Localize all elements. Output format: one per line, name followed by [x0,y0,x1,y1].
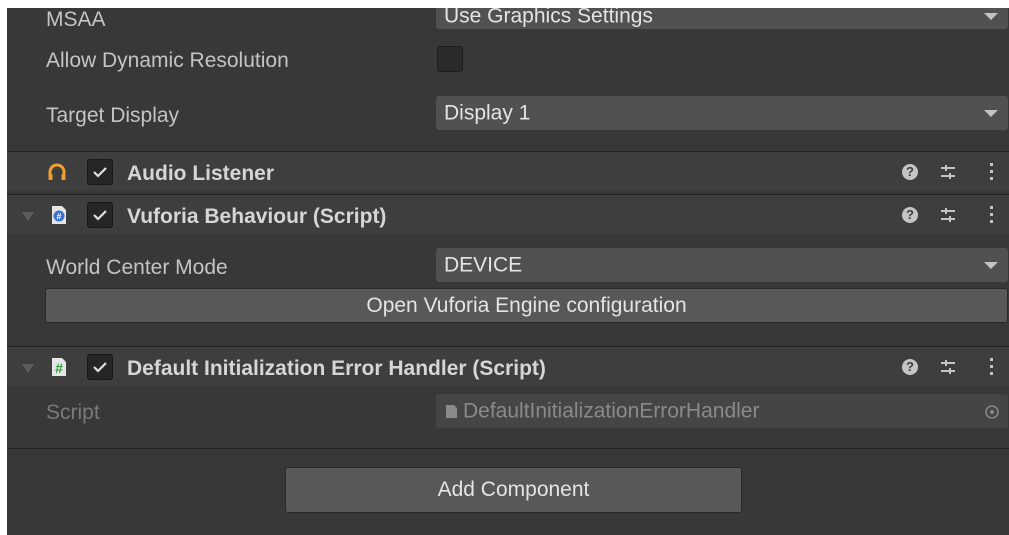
open-vuforia-config-button[interactable]: Open Vuforia Engine configuration [45,288,1008,323]
help-icon[interactable]: ? [902,164,918,180]
collapse-arrow-icon[interactable] [22,364,34,373]
more-options-icon[interactable] [990,163,994,184]
world-center-mode-label: World Center Mode [46,256,228,279]
target-display-label: Target Display [46,104,180,127]
add-component-button[interactable]: Add Component [285,467,742,513]
help-icon[interactable]: ? [902,207,918,223]
script-object-field: DefaultInitializationErrorHandler [436,394,1008,428]
enabled-checkbox[interactable] [87,354,113,380]
component-title: Default Initialization Error Handler (Sc… [127,357,546,380]
dynamic-resolution-checkbox[interactable] [437,46,463,72]
svg-text:#: # [56,212,61,222]
msaa-label: MSAA [46,8,106,31]
enabled-checkbox[interactable] [87,159,113,185]
msaa-value: Use Graphics Settings [444,8,653,27]
script-value: DefaultInitializationErrorHandler [463,399,760,423]
headphones-icon [48,163,66,180]
collapse-arrow-icon[interactable] [22,212,34,221]
world-center-mode-dropdown[interactable]: DEVICE [436,248,1008,282]
inspector-panel: MSAA Use Graphics Settings Allow Dynamic… [7,8,1009,535]
script-label: Script [46,401,100,424]
presets-icon[interactable] [939,206,957,224]
divider [7,448,1009,449]
hash-script-icon: # [52,358,66,376]
chevron-down-icon [984,110,998,117]
enabled-checkbox[interactable] [87,202,113,228]
component-header-error-handler[interactable]: # Default Initialization Error Handler (… [7,346,1009,386]
msaa-dropdown[interactable]: Use Graphics Settings [436,8,1008,29]
check-icon [93,167,107,178]
target-display-value: Display 1 [444,101,531,125]
csharp-script-icon: # [52,206,66,224]
more-options-icon[interactable] [990,358,994,379]
dynamic-resolution-label: Allow Dynamic Resolution [46,49,289,72]
help-icon[interactable]: ? [902,359,918,375]
chevron-down-icon [984,12,998,20]
component-header-vuforia-behaviour[interactable]: # Vuforia Behaviour (Script) ? [7,194,1009,234]
presets-icon[interactable] [939,358,957,376]
component-title: Audio Listener [127,162,275,185]
check-icon [93,210,107,221]
object-picker-icon[interactable] [984,404,1000,420]
presets-icon[interactable] [939,163,957,181]
check-icon [93,362,107,373]
chevron-down-icon [984,262,998,269]
script-file-icon [446,405,457,418]
component-title: Vuforia Behaviour (Script) [127,205,387,228]
world-center-mode-value: DEVICE [444,253,523,277]
more-options-icon[interactable] [990,206,994,227]
target-display-dropdown[interactable]: Display 1 [436,96,1008,130]
svg-text:#: # [55,360,63,376]
component-header-audio-listener[interactable]: Audio Listener ? [7,151,1009,191]
